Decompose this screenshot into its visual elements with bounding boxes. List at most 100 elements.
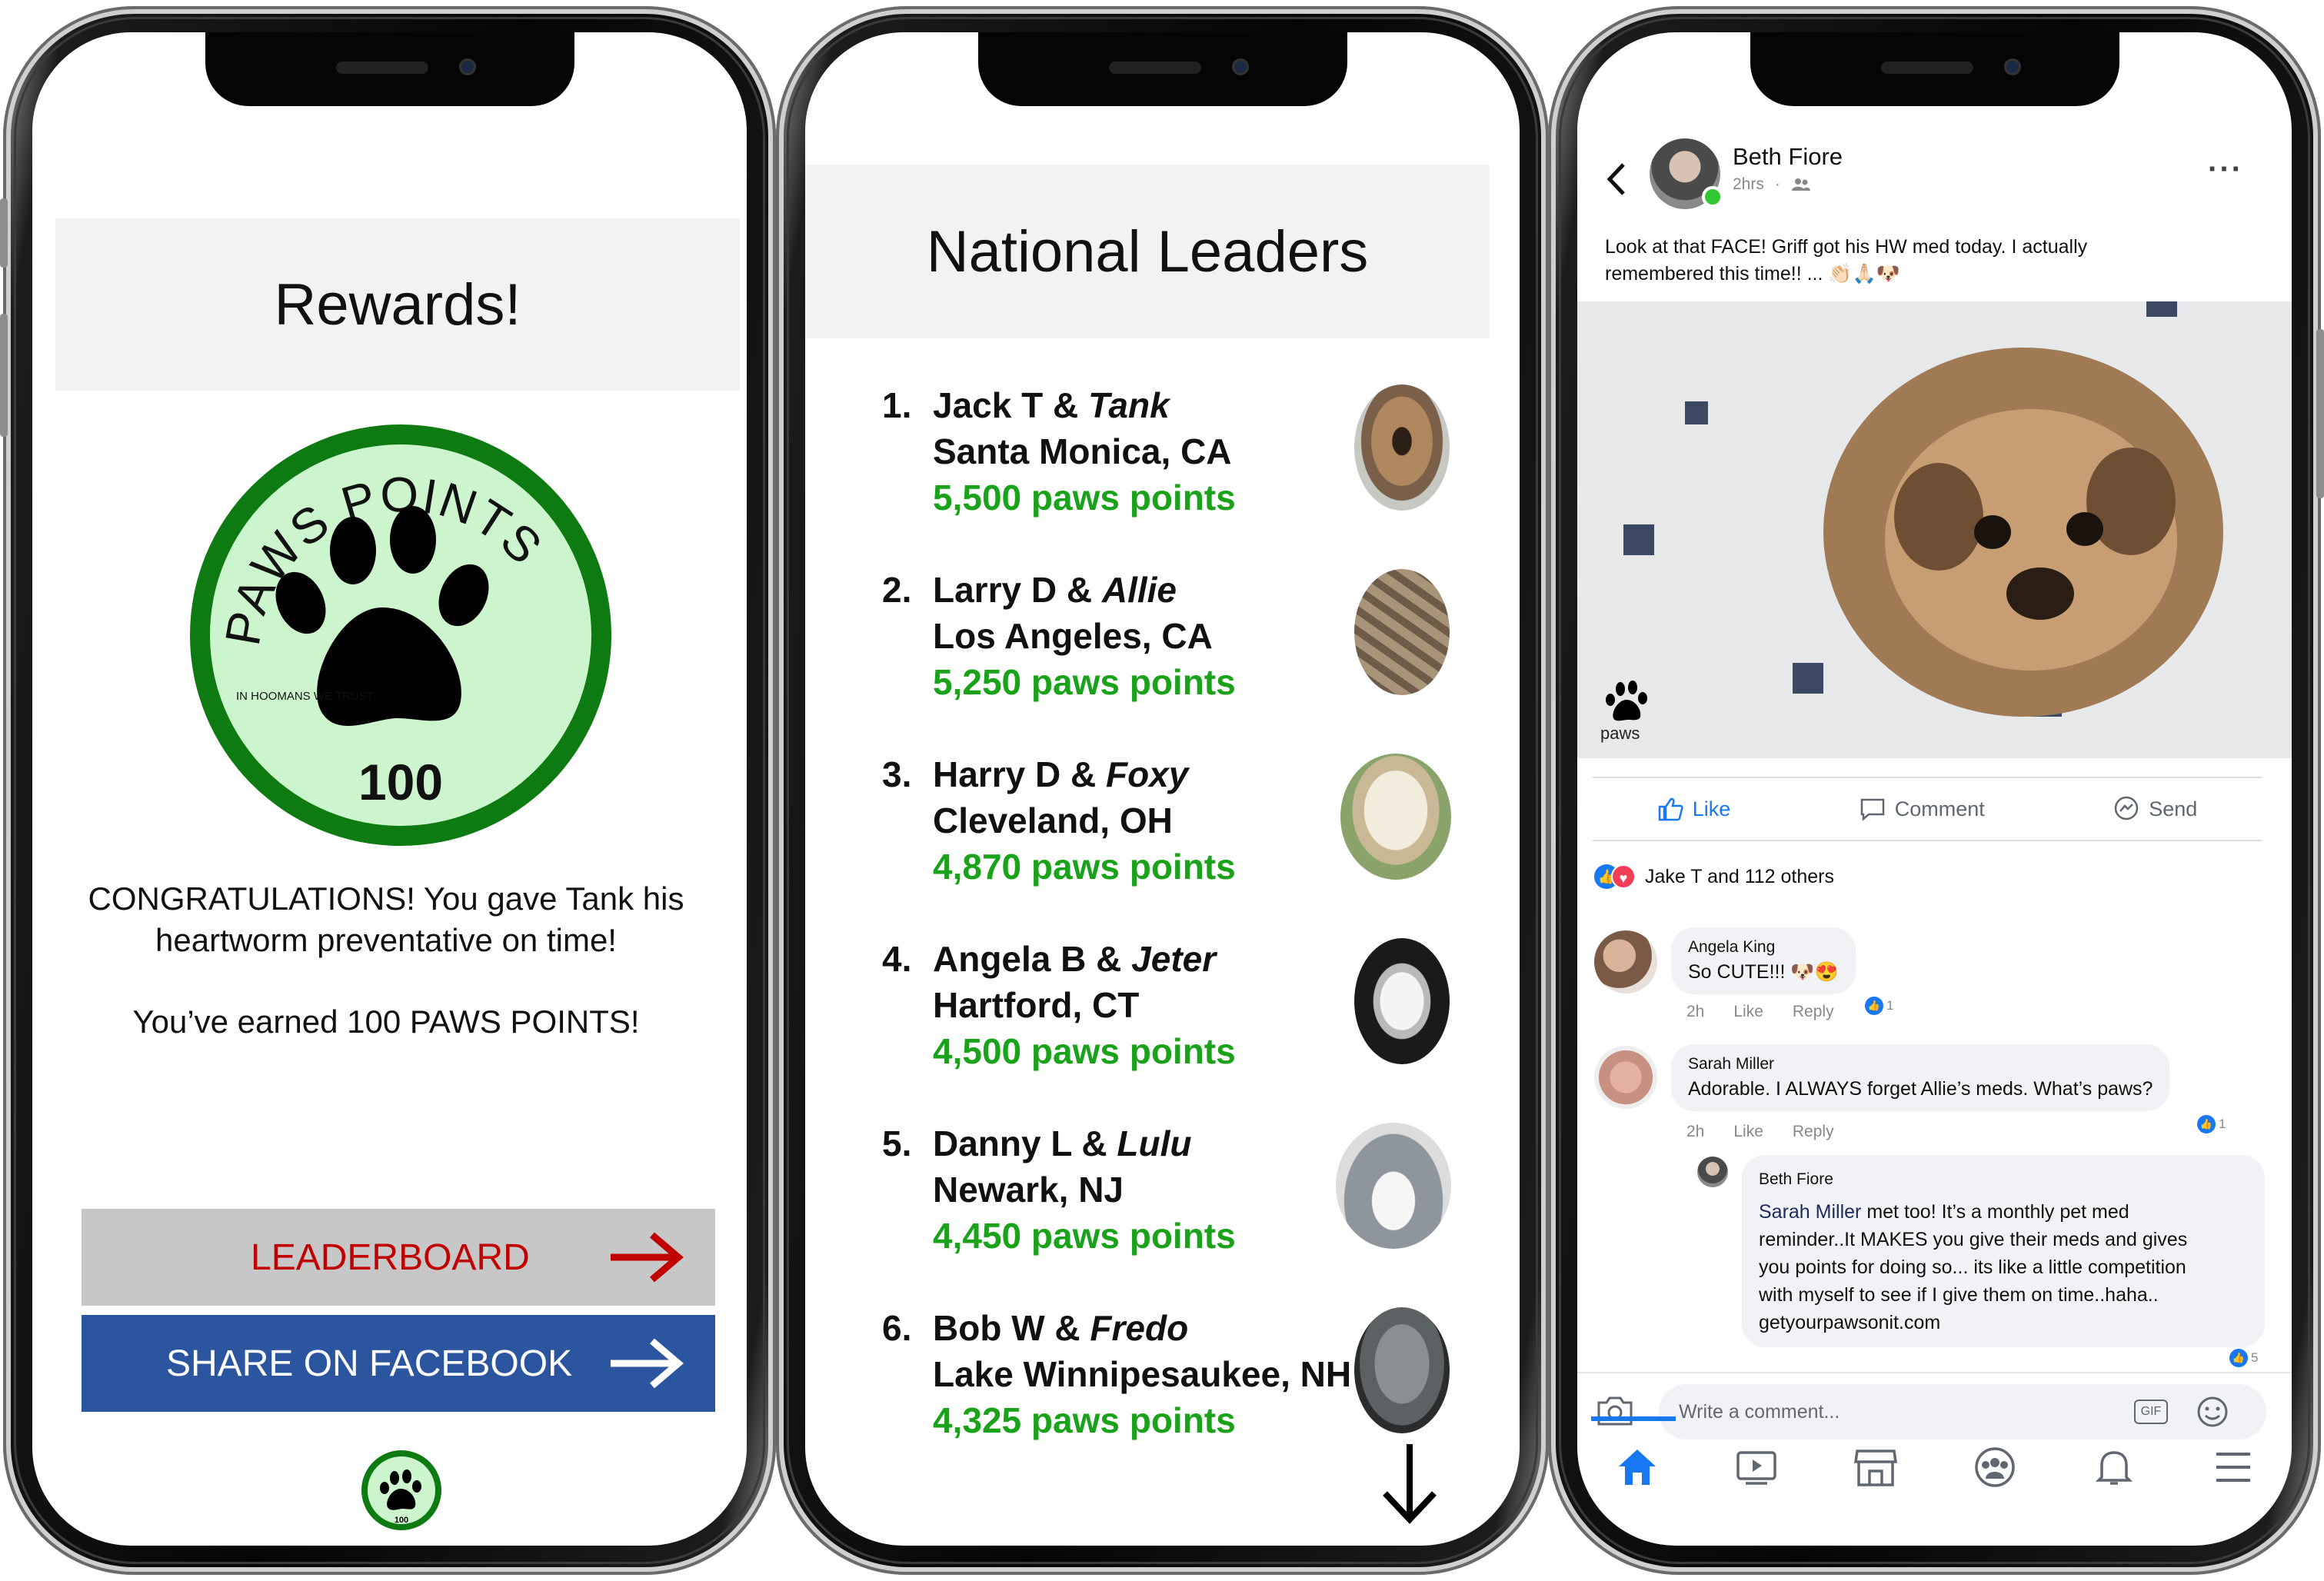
leader-points: 4,500 paws points [933,1031,1236,1071]
comment-button[interactable]: Comment [1860,797,1985,821]
leaderboard-button[interactable]: LEADERBOARD [82,1209,715,1306]
leader-points: 5,250 paws points [933,662,1236,702]
reply-bubble: Beth Fiore Sarah Miller met too! It’s a … [1742,1155,2265,1347]
notch [977,32,1347,106]
reply-line: with myself to see if I give them on tim… [1759,1284,2159,1306]
leader-rank: 6. [882,1308,912,1348]
commenter-name[interactable]: Angela King [1688,938,1839,957]
like-count: 5 [2251,1350,2259,1365]
leader-row[interactable]: 1. Jack T & Tank Santa Monica, CA 5,500 … [805,384,1520,538]
power-button [2316,329,2324,498]
paws-watermark-logo: paws [1600,680,1654,743]
rewards-screen: Rewards! PAWS POINTS IN HOOMANS WE TRUST… [32,32,747,1546]
reactions-text: Jake T and 112 others [1645,865,1835,887]
leader-pet: Lulu [1117,1123,1192,1163]
comment-label: Comment [1894,797,1985,820]
share-facebook-button[interactable]: SHARE ON FACEBOOK [82,1315,715,1412]
reply-text: Sarah Miller met too! It’s a monthly pet… [1759,1198,2248,1226]
bottom-tab-bar [1577,1424,2292,1510]
volume-up-button [0,314,8,437]
like-button[interactable]: Like [1657,797,1730,821]
comment-input-placeholder: Write a comment... [1679,1401,1840,1423]
reply-like-count: 👍 5 [2229,1349,2258,1367]
like-reaction-icon: 👍 [2229,1349,2248,1367]
comment-reply-link[interactable]: Reply [1793,1123,1834,1141]
commenter-avatar[interactable] [1594,930,1657,994]
commenter-name[interactable]: Sarah Miller [1688,1055,2153,1073]
comment-like-link[interactable]: Like [1733,1123,1763,1141]
comment-time: 2h [1686,1003,1705,1020]
leader-row[interactable]: 6. Bob W & Fredo Lake Winnipesaukee, NH … [805,1307,1520,1461]
badge-points: 100 [358,754,443,810]
pet-photo-pug [1354,384,1450,511]
leader-owner: Angela B & [933,939,1122,979]
pet-photo-tabby-cat [1354,569,1450,695]
comment-like-count: 👍 1 [2197,1115,2226,1133]
separator-dot: · [1774,175,1780,193]
replier-avatar[interactable] [1697,1157,1728,1187]
paw-print-icon [1606,681,1647,721]
leader-rank: 5. [882,1123,912,1163]
more-options-icon[interactable]: ··· [2208,152,2243,187]
share-facebook-label: SHARE ON FACEBOOK [166,1343,573,1384]
pet-photo-gray-cat [1336,1123,1451,1249]
replier-name[interactable]: Beth Fiore [1759,1166,2248,1193]
leader-pet: Jeter [1131,939,1217,979]
post-text-line: remembered this time!! ... 👏🏻🙏🏻🐶 [1605,263,1900,285]
mini-paws-badge[interactable]: 100 [361,1450,441,1530]
leader-row[interactable]: 2. Larry D & Allie Los Angeles, CA 5,250… [805,569,1520,723]
mute-switch [0,198,8,268]
comment-time: 2h [1686,1123,1705,1140]
front-camera-icon [1231,58,1249,75]
leader-points: 4,870 paws points [933,847,1236,887]
leader-rank: 4. [882,939,912,979]
leader-owner: Danny L & [933,1123,1107,1163]
pet-photo-kitten [1354,938,1450,1064]
camera-icon[interactable] [1596,1395,1634,1427]
comment-bubble: Sarah Miller Adorable. I ALWAYS forget A… [1671,1044,2170,1111]
video-icon[interactable] [1733,1446,1780,1488]
like-reaction-icon: 👍 [1865,997,1883,1015]
leader-pet: Fredo [1090,1308,1189,1348]
reactions-summary[interactable]: 👍 ♥ Jake T and 112 others [1594,864,1834,889]
author-name[interactable]: Beth Fiore [1733,143,1843,171]
leader-location: Hartford, CT [933,985,1140,1025]
notch [205,32,574,106]
leader-owner: Harry D & [933,754,1097,794]
home-icon[interactable] [1614,1446,1660,1488]
comment-reply-link[interactable]: Reply [1793,1003,1834,1021]
comment-like-link[interactable]: Like [1733,1003,1763,1021]
menu-icon[interactable] [2210,1446,2256,1488]
bell-icon[interactable] [2091,1446,2137,1488]
mention-link[interactable]: Sarah Miller [1759,1201,1861,1223]
page-title: National Leaders [805,165,1490,338]
leader-row[interactable]: 4. Angela B & Jeter Hartford, CT 4,500 p… [805,938,1520,1092]
watermark-text: paws [1600,724,1640,743]
post-photo-dog[interactable]: paws [1577,301,2292,758]
page-title: Rewards! [55,218,740,391]
post-text-line: Look at that FACE! Griff got his HW med … [1605,236,2088,258]
paws-points-badge: PAWS POINTS IN HOOMANS WE TRUST 100 [190,424,611,846]
gif-icon[interactable]: GIF [2134,1400,2168,1424]
leader-pet: Foxy [1105,754,1189,794]
like-reaction-icon: 👍 [2197,1115,2216,1133]
marketplace-icon[interactable] [1853,1446,1899,1488]
send-label: Send [2149,797,2198,820]
commenter-avatar[interactable] [1594,1046,1657,1109]
divider [1577,1372,2292,1373]
congrats-text: CONGRATULATIONS! You gave Tank his heart… [88,880,684,958]
comment-bubble: Angela King So CUTE!!! 🐶😍 [1671,927,1856,994]
send-button[interactable]: Send [2113,796,2197,822]
comment-meta: 2h Like Reply [1686,1003,1834,1021]
badge-motto: IN HOOMANS WE TRUST [236,690,374,703]
back-chevron-icon[interactable] [1605,161,1628,197]
reply-link[interactable]: getyourpawsonit.com [1759,1309,2248,1336]
groups-icon[interactable] [1972,1446,2018,1488]
leader-pet: Allie [1101,570,1177,610]
scroll-down-arrow-icon[interactable] [1380,1441,1439,1526]
leader-location: Lake Winnipesaukee, NH [933,1354,1352,1394]
leader-points: 4,450 paws points [933,1216,1236,1256]
leader-row[interactable]: 3. Harry D & Foxy Cleveland, OH 4,870 pa… [805,754,1520,907]
leader-row[interactable]: 5. Danny L & Lulu Newark, NJ 4,450 paws … [805,1123,1520,1276]
comment-bubble-icon [1860,798,1884,821]
